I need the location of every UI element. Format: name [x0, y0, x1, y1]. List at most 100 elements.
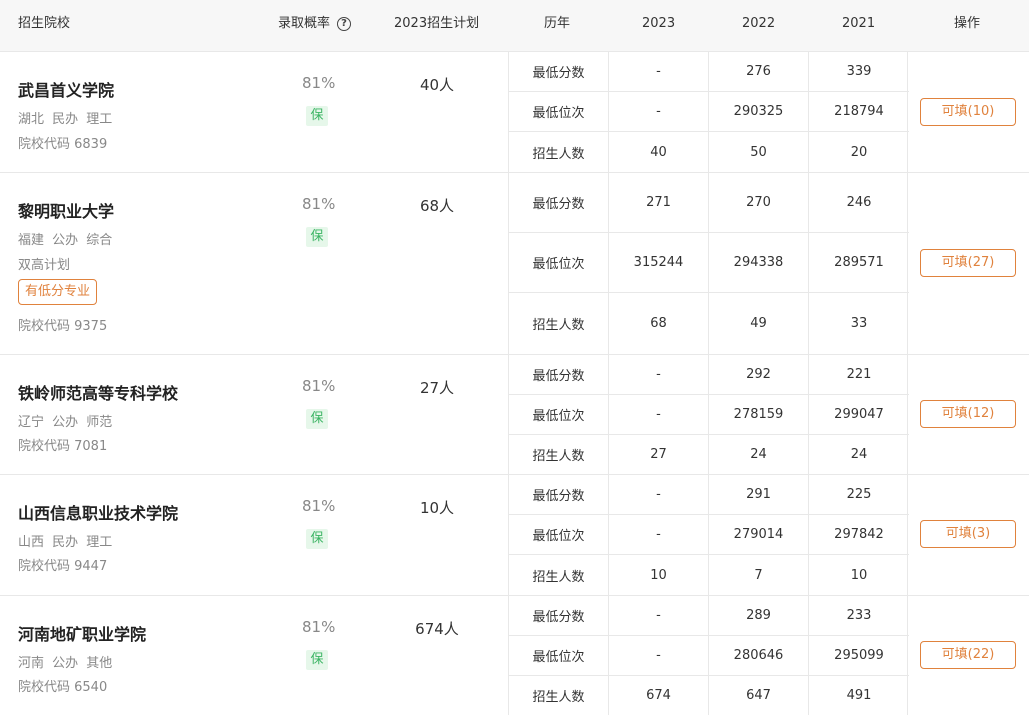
stats-value: 276	[709, 52, 809, 91]
history-stats: 最低分数 - 292 221 最低位次 - 278159 299047 招生人数…	[508, 355, 909, 474]
stats-value: 7	[709, 555, 809, 595]
stats-label: 最低位次	[509, 395, 609, 434]
stats-value: 50	[709, 132, 809, 172]
stats-row: 最低位次 315244 294338 289571	[509, 233, 909, 293]
safety-badge: 保	[306, 409, 328, 429]
safety-badge: 保	[306, 106, 328, 126]
school-name[interactable]: 河南地矿职业学院	[18, 621, 146, 645]
stats-value: -	[609, 596, 709, 635]
header-year-2021: 2021	[842, 16, 876, 31]
stats-label: 最低位次	[509, 233, 609, 292]
stats-row: 最低分数 - 291 225	[509, 475, 909, 515]
stats-row: 最低位次 - 290325 218794	[509, 92, 909, 132]
stats-label: 最低分数	[509, 596, 609, 635]
stats-value: 315244	[609, 233, 709, 292]
stats-value: 280646	[709, 636, 809, 675]
stats-label: 招生人数	[509, 555, 609, 595]
stats-value: 292	[709, 355, 809, 394]
school-tags: 湖北 民办 理工	[18, 112, 113, 127]
history-stats: 最低分数 - 289 233 最低位次 - 280646 295099 招生人数…	[508, 596, 909, 715]
school-row: 武昌首义学院 湖北 民办 理工 院校代码 6839 81% 保 40人 最低分数…	[0, 52, 1029, 173]
fill-button[interactable]: 可填(22)	[920, 641, 1016, 669]
stats-value: 279014	[709, 515, 809, 554]
header-operation: 操作	[954, 16, 981, 31]
stats-label: 招生人数	[509, 132, 609, 172]
stats-label: 最低位次	[509, 515, 609, 554]
stats-value: -	[609, 52, 709, 91]
stats-label: 招生人数	[509, 676, 609, 715]
stats-value: 289571	[834, 255, 884, 270]
stats-value: -	[609, 515, 709, 554]
stats-value: 233	[846, 608, 872, 623]
safety-badge: 保	[306, 529, 328, 549]
low-score-major-badge[interactable]: 有低分专业	[18, 279, 98, 305]
header-plan: 2023招生计划	[394, 16, 480, 31]
stats-value: 33	[850, 316, 868, 331]
school-tags: 山西 民办 理工	[18, 535, 113, 550]
stats-value: -	[609, 395, 709, 434]
school-name[interactable]: 武昌首义学院	[18, 77, 114, 101]
help-icon[interactable]: ?	[337, 17, 352, 31]
school-code: 院校代码 9447	[18, 559, 108, 574]
admission-probability: 81%	[302, 74, 336, 92]
stats-value: 68	[609, 293, 709, 354]
stats-value: 225	[846, 487, 872, 502]
stats-value: 339	[846, 64, 872, 79]
stats-value: 49	[709, 293, 809, 354]
stats-value: 27	[609, 435, 709, 474]
stats-label: 最低分数	[509, 173, 609, 232]
stats-value: 10	[609, 555, 709, 595]
school-code: 院校代码 9375	[18, 319, 108, 334]
stats-row: 招生人数 10 7 10	[509, 555, 909, 595]
stats-value: 24	[709, 435, 809, 474]
school-tags: 福建 公办 综合	[18, 233, 113, 248]
stats-value: 246	[846, 195, 872, 210]
history-stats: 最低分数 - 291 225 最低位次 - 279014 297842 招生人数…	[508, 475, 909, 595]
school-row: 铁岭师范高等专科学校 辽宁 公办 师范 院校代码 7081 81% 保 27人 …	[0, 355, 1029, 475]
stats-row: 招生人数 674 647 491	[509, 676, 909, 715]
fill-button[interactable]: 可填(27)	[920, 249, 1016, 277]
stats-row: 最低分数 - 289 233	[509, 596, 909, 636]
header-year-2023: 2023	[642, 16, 676, 31]
stats-row: 最低分数 271 270 246	[509, 173, 909, 233]
header-year-2022: 2022	[742, 16, 776, 31]
stats-row: 最低位次 - 278159 299047	[509, 395, 909, 435]
stats-value: 674	[609, 676, 709, 715]
fill-button[interactable]: 可填(10)	[920, 98, 1016, 126]
stats-label: 最低分数	[509, 52, 609, 91]
stats-row: 最低分数 - 276 339	[509, 52, 909, 92]
admission-probability: 81%	[302, 377, 336, 395]
stats-value: 491	[846, 688, 872, 703]
stats-label: 最低位次	[509, 92, 609, 131]
stats-label: 招生人数	[509, 293, 609, 354]
header-history: 历年	[544, 16, 571, 31]
school-name[interactable]: 铁岭师范高等专科学校	[18, 380, 178, 404]
stats-value: 299047	[834, 407, 884, 422]
stats-value: -	[609, 355, 709, 394]
stats-value: 10	[850, 567, 868, 583]
school-code: 院校代码 6540	[18, 680, 108, 695]
school-tags: 河南 公办 其他	[18, 656, 113, 671]
stats-value: -	[609, 92, 709, 131]
enrollment-plan: 68人	[419, 197, 455, 215]
stats-value: -	[609, 636, 709, 675]
school-row: 河南地矿职业学院 河南 公办 其他 院校代码 6540 81% 保 674人 最…	[0, 596, 1029, 715]
stats-value: 291	[709, 475, 809, 514]
stats-value: 24	[850, 447, 868, 462]
safety-badge: 保	[306, 650, 328, 670]
stats-value: 290325	[709, 92, 809, 131]
school-name[interactable]: 山西信息职业技术学院	[18, 500, 178, 524]
stats-label: 招生人数	[509, 435, 609, 474]
fill-button[interactable]: 可填(3)	[920, 520, 1016, 548]
school-tags: 辽宁 公办 师范	[18, 415, 113, 430]
fill-button[interactable]: 可填(12)	[920, 400, 1016, 428]
stats-row: 最低分数 - 292 221	[509, 355, 909, 395]
stats-row: 招生人数 40 50 20	[509, 132, 909, 172]
stats-row: 最低位次 - 280646 295099	[509, 636, 909, 676]
stats-value: 20	[850, 144, 868, 160]
school-name[interactable]: 黎明职业大学	[18, 198, 114, 222]
stats-label: 最低位次	[509, 636, 609, 675]
admission-probability: 81%	[302, 497, 336, 515]
school-row: 山西信息职业技术学院 山西 民办 理工 院校代码 9447 81% 保 10人 …	[0, 475, 1029, 596]
header-probability-label: 录取概率	[278, 16, 331, 31]
